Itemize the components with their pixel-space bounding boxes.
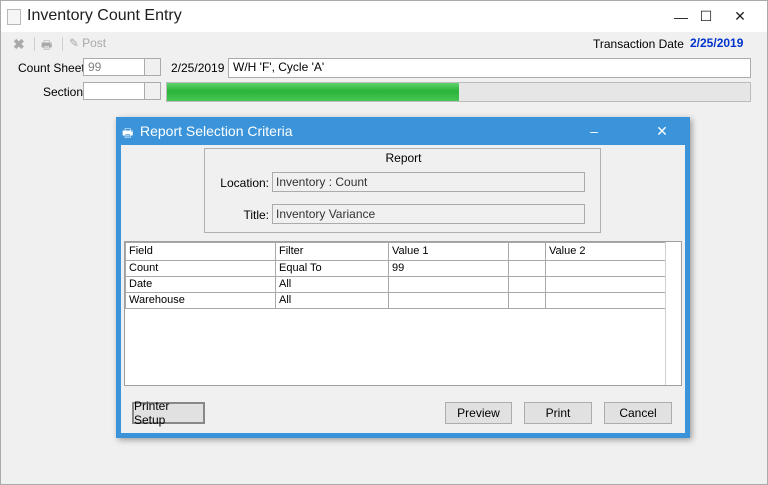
print-button[interactable]: Print bbox=[524, 402, 592, 424]
toolbar-separator bbox=[34, 37, 35, 51]
grid-cell[interactable] bbox=[545, 292, 666, 309]
criteria-table: Field Filter Value 1 Value 2 Count Equal… bbox=[125, 242, 666, 309]
grid-cell[interactable] bbox=[508, 260, 546, 277]
dialog-title: Report Selection Criteria bbox=[140, 123, 293, 139]
progress-bar bbox=[166, 82, 751, 102]
title-label: Title: bbox=[243, 208, 269, 222]
count-sheet-description[interactable]: W/H 'F', Cycle 'A' bbox=[228, 58, 751, 78]
column-header[interactable]: Field bbox=[125, 242, 276, 261]
print-toolbar-button[interactable]: 🖶 bbox=[41, 36, 52, 57]
printer-icon: 🖶 bbox=[122, 126, 134, 140]
section-input[interactable] bbox=[83, 82, 145, 100]
grid-cell[interactable]: 99 bbox=[388, 260, 509, 277]
column-header[interactable]: Filter bbox=[275, 242, 389, 261]
grid-cell[interactable]: All bbox=[275, 276, 389, 293]
grid-cell[interactable] bbox=[388, 292, 509, 309]
app-icon bbox=[7, 9, 21, 25]
grid-scroll-gutter bbox=[665, 242, 666, 385]
delete-button[interactable]: ✖ bbox=[13, 36, 25, 53]
progress-fill bbox=[167, 83, 459, 101]
count-sheet-dropdown-button[interactable] bbox=[145, 58, 161, 76]
transaction-date-label: Transaction Date bbox=[593, 37, 684, 51]
grid-cell[interactable] bbox=[545, 276, 666, 293]
transaction-date-value: 2/25/2019 bbox=[690, 36, 744, 50]
section-label: Section bbox=[43, 85, 84, 99]
location-label: Location: bbox=[220, 176, 269, 190]
report-selection-dialog: 🖶 Report Selection Criteria – ✕ Report L… bbox=[116, 117, 690, 438]
location-field: Inventory : Count bbox=[272, 172, 585, 192]
column-header[interactable]: Value 2 bbox=[545, 242, 666, 261]
toolbar-separator bbox=[62, 37, 63, 51]
toolbar: ✖ 🖶 ✎ Post Transaction Date 2/25/2019 bbox=[1, 32, 767, 55]
grid-cell[interactable]: Equal To bbox=[275, 260, 389, 277]
table-row[interactable]: Count Equal To 99 bbox=[125, 260, 666, 277]
printer-setup-button[interactable]: Printer Setup bbox=[132, 399, 205, 427]
post-label: Post bbox=[82, 36, 107, 50]
grid-cell[interactable] bbox=[508, 276, 546, 293]
preview-button[interactable]: Preview bbox=[445, 402, 512, 424]
dialog-close-button[interactable]: ✕ bbox=[642, 119, 682, 143]
grid-cell[interactable] bbox=[388, 276, 509, 293]
delete-icon: ✖ bbox=[13, 36, 25, 52]
table-row[interactable]: Warehouse All bbox=[125, 292, 666, 309]
grid-cell[interactable]: Warehouse bbox=[125, 292, 276, 309]
window-title: Inventory Count Entry bbox=[27, 7, 182, 24]
grid-cell[interactable]: Count bbox=[125, 260, 276, 277]
grid-cell[interactable]: All bbox=[275, 292, 389, 309]
column-header[interactable]: Value 1 bbox=[388, 242, 509, 261]
title-field: Inventory Variance bbox=[272, 204, 585, 224]
grid-header-row: Field Filter Value 1 Value 2 bbox=[125, 242, 666, 261]
table-row[interactable]: Date All bbox=[125, 276, 666, 293]
post-button[interactable]: ✎ Post bbox=[69, 36, 106, 50]
report-group: Report Location: Inventory : Count Title… bbox=[204, 148, 601, 233]
count-sheet-date: 2/25/2019 bbox=[171, 61, 225, 75]
cancel-button[interactable]: Cancel bbox=[604, 402, 672, 424]
title-bar: Inventory Count Entry — ☐ ✕ bbox=[1, 1, 767, 32]
criteria-grid[interactable]: Field Filter Value 1 Value 2 Count Equal… bbox=[124, 241, 682, 386]
close-button[interactable]: ✕ bbox=[717, 1, 763, 32]
grid-cell[interactable] bbox=[508, 292, 546, 309]
report-heading: Report bbox=[385, 151, 422, 165]
post-icon: ✎ bbox=[69, 36, 80, 50]
dialog-minimize-button[interactable]: – bbox=[574, 119, 614, 143]
printer-icon: 🖶 bbox=[41, 38, 53, 52]
column-header[interactable] bbox=[508, 242, 546, 261]
grid-cell[interactable]: Date bbox=[125, 276, 276, 293]
dialog-body: Report Location: Inventory : Count Title… bbox=[121, 145, 685, 433]
section-dropdown-button[interactable] bbox=[145, 82, 161, 100]
grid-cell[interactable] bbox=[545, 260, 666, 277]
count-sheet-label: Count Sheet bbox=[18, 61, 85, 75]
count-sheet-input[interactable]: 99 bbox=[83, 58, 145, 76]
